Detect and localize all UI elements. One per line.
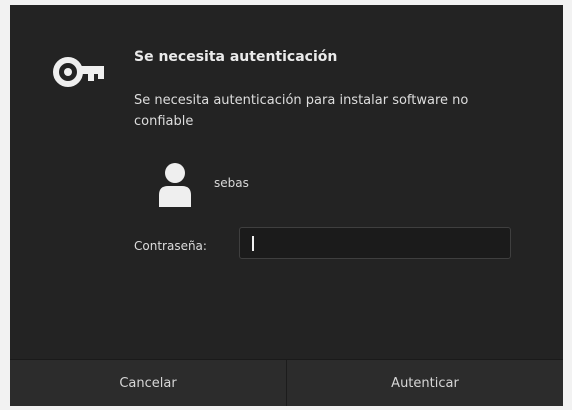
authentication-dialog: Se necesita autenticación Se necesita au…: [10, 5, 563, 406]
dialog-footer: Cancelar Autenticar: [10, 359, 563, 406]
password-label: Contraseña:: [134, 239, 207, 253]
username: sebas: [214, 176, 249, 190]
password-input[interactable]: [239, 227, 511, 259]
authenticate-button[interactable]: Autenticar: [286, 360, 563, 406]
dialog-title: Se necesita autenticación: [134, 49, 338, 65]
dialog-message: Se necesita autenticación para instalar …: [134, 93, 469, 129]
user-avatar-icon: [159, 163, 191, 207]
key-icon: [53, 57, 104, 87]
text-cursor: [252, 236, 254, 251]
cancel-button[interactable]: Cancelar: [10, 360, 286, 406]
